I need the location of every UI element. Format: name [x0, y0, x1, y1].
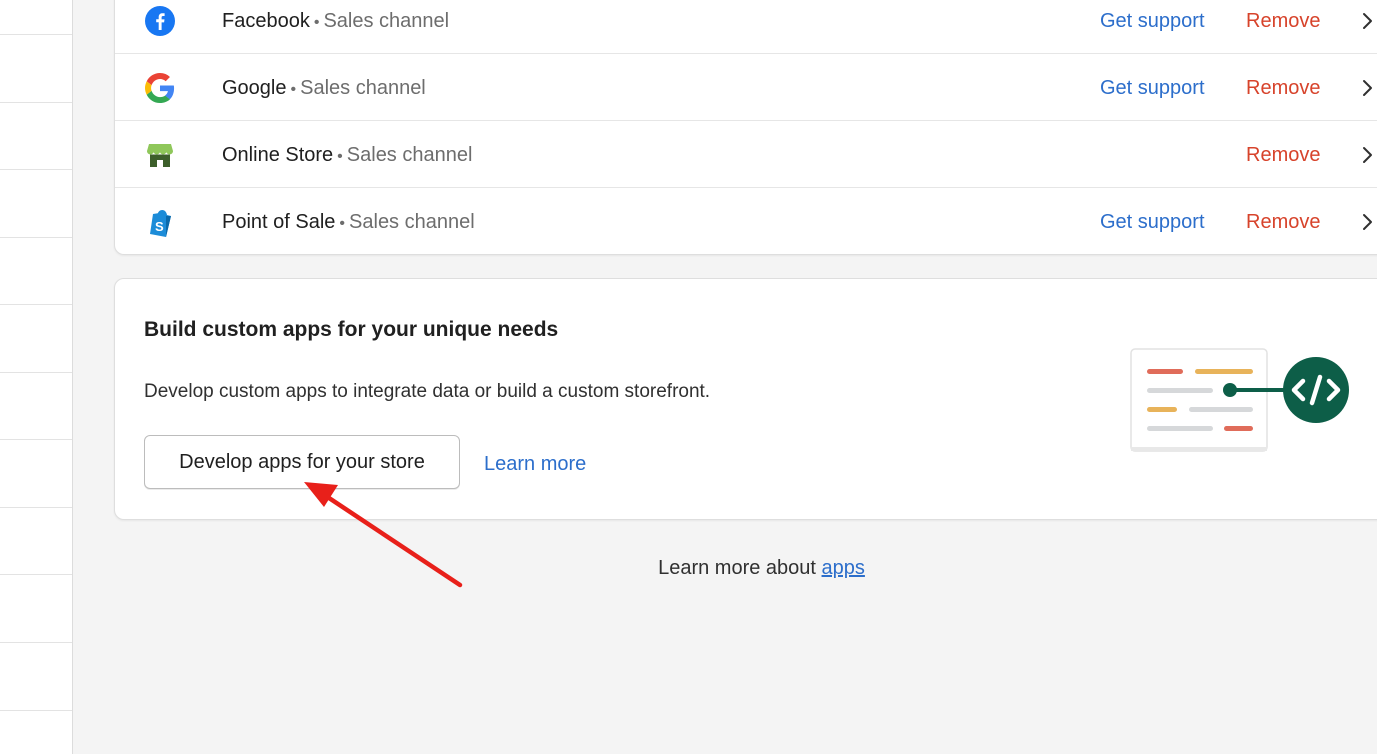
- sidebar-divider: [0, 642, 72, 643]
- channel-row-point-of-sale[interactable]: S Point of Sale • Sales channel Get suppor…: [115, 188, 1377, 254]
- sales-channels-card: Facebook • Sales channel Get support Remov…: [114, 0, 1377, 255]
- sidebar-divider: [0, 304, 72, 305]
- remove-link-google[interactable]: Remove: [1246, 77, 1320, 100]
- remove-link-online-store[interactable]: Remove: [1246, 144, 1320, 167]
- channel-name: Facebook • Sales channel: [222, 10, 449, 33]
- channel-name: Point of Sale • Sales channel: [222, 211, 475, 234]
- separator: •: [339, 215, 346, 232]
- footer-prefix: Learn more about: [658, 557, 822, 579]
- sidebar-divider: [0, 34, 72, 35]
- channel-type: Sales channel: [323, 10, 450, 32]
- point-of-sale-icon: S: [144, 206, 176, 238]
- channel-title: Online Store: [222, 144, 334, 166]
- channel-name: Online Store • Sales channel: [222, 144, 472, 167]
- channel-title: Google: [222, 77, 287, 99]
- left-sidebar: [0, 0, 73, 754]
- separator: •: [290, 81, 297, 98]
- separator: •: [313, 14, 320, 31]
- sidebar-divider: [0, 372, 72, 373]
- google-icon: [144, 72, 176, 104]
- custom-apps-title: Build custom apps for your unique needs: [144, 318, 559, 341]
- channel-type: Sales channel: [300, 77, 426, 99]
- chevron-right-icon[interactable]: [1357, 11, 1377, 31]
- remove-link-facebook[interactable]: Remove: [1246, 10, 1320, 33]
- sidebar-divider: [0, 102, 72, 103]
- sidebar-divider: [0, 507, 72, 508]
- remove-link-point-of-sale[interactable]: Remove: [1246, 211, 1320, 234]
- chevron-right-icon[interactable]: [1357, 212, 1377, 232]
- separator: •: [337, 148, 343, 165]
- learn-more-link[interactable]: Learn more: [484, 453, 586, 476]
- channel-name: Google • Sales channel: [222, 77, 426, 100]
- channel-title: Facebook: [222, 10, 310, 32]
- sidebar-divider: [0, 710, 72, 711]
- custom-apps-description: Develop custom apps to integrate data or…: [144, 381, 711, 402]
- channel-type: Sales channel: [346, 144, 473, 166]
- sidebar-divider: [0, 439, 72, 440]
- online-store-icon: [144, 139, 176, 171]
- facebook-icon: [144, 5, 176, 37]
- channel-type: Sales channel: [349, 211, 475, 233]
- chevron-right-icon[interactable]: [1357, 78, 1377, 98]
- channel-title: Point of Sale: [222, 211, 336, 233]
- code-illustration-icon: [1130, 348, 1349, 452]
- get-support-link-facebook[interactable]: Get support: [1100, 10, 1205, 33]
- svg-text:S: S: [155, 219, 164, 234]
- channel-row-online-store[interactable]: Online Store • Sales channel Remove: [115, 121, 1377, 188]
- get-support-link-point-of-sale[interactable]: Get support: [1100, 211, 1205, 234]
- annotation-arrow-icon: [304, 482, 463, 588]
- apps-link[interactable]: apps: [822, 557, 865, 579]
- channel-row-facebook[interactable]: Facebook • Sales channel Get support Remov…: [115, 0, 1377, 54]
- channel-row-google[interactable]: Google • Sales channel Get support Remove: [115, 54, 1377, 121]
- get-support-link-google[interactable]: Get support: [1100, 77, 1205, 100]
- footer-learn-more: Learn more about apps: [0, 557, 1377, 580]
- chevron-right-icon[interactable]: [1357, 145, 1377, 165]
- sidebar-divider: [0, 237, 72, 238]
- sidebar-divider: [0, 169, 72, 170]
